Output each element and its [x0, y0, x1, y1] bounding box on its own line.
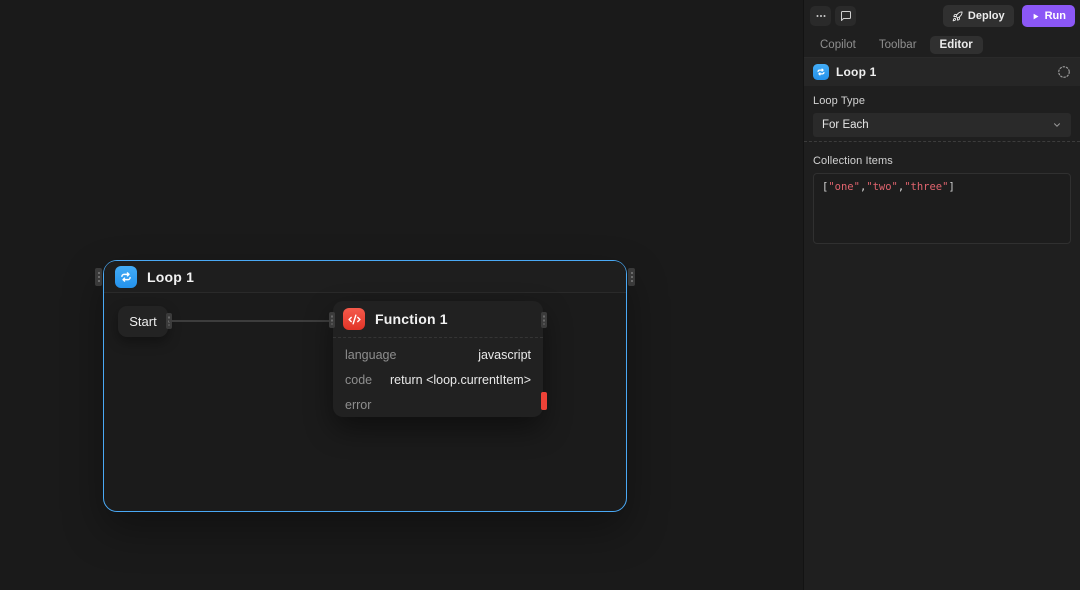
- loop-node[interactable]: Loop 1 Start Function 1: [103, 260, 627, 512]
- function-node-fields: language javascript code return <loop.cu…: [333, 338, 543, 417]
- json-token: ]: [948, 181, 954, 193]
- json-token: "two": [866, 181, 898, 193]
- deploy-button[interactable]: Deploy: [943, 5, 1014, 27]
- app-window: Loop 1 Start Function 1: [0, 0, 1080, 590]
- collection-items-label: Collection Items: [813, 155, 1071, 167]
- field-label: language: [345, 348, 396, 362]
- loop-type-select[interactable]: For Each: [813, 113, 1071, 137]
- function-node-header[interactable]: Function 1: [333, 301, 543, 338]
- field-label: code: [345, 373, 372, 387]
- run-button-label: Run: [1045, 10, 1066, 22]
- panel-tabbar: Copilot Toolbar Editor: [804, 32, 1080, 58]
- json-token: "one": [828, 181, 860, 193]
- loop-node-header[interactable]: Loop 1: [104, 261, 626, 293]
- inspector-panel: Deploy Run Copilot Toolbar Editor: [804, 0, 1080, 590]
- tab-toolbar[interactable]: Toolbar: [869, 36, 927, 54]
- json-token: "three": [904, 181, 948, 193]
- inspector-node-title: Loop 1: [836, 65, 877, 79]
- loop-node-title: Loop 1: [147, 269, 194, 285]
- inspector-content: Loop Type For Each Collection Items ["on…: [804, 86, 1080, 244]
- panel-toolbar: Deploy Run: [804, 0, 1080, 32]
- loop-output-port[interactable]: [628, 268, 635, 286]
- rocket-icon: [952, 11, 963, 22]
- function-node-title: Function 1: [375, 311, 448, 327]
- function-error-port[interactable]: [541, 392, 547, 410]
- start-node-label: Start: [129, 314, 156, 329]
- field-value: return <loop.currentItem>: [390, 373, 531, 387]
- repeat-icon: [115, 266, 137, 288]
- chevron-down-icon: [1052, 120, 1062, 130]
- tab-editor[interactable]: Editor: [930, 36, 983, 54]
- field-row-code[interactable]: code return <loop.currentItem>: [333, 367, 543, 392]
- field-row-language[interactable]: language javascript: [333, 342, 543, 367]
- section-divider: [804, 141, 1080, 142]
- start-node[interactable]: Start: [118, 306, 168, 337]
- flow-canvas[interactable]: Loop 1 Start Function 1: [0, 0, 803, 590]
- more-button[interactable]: [810, 6, 831, 26]
- run-button[interactable]: Run: [1022, 5, 1075, 27]
- chat-icon-button[interactable]: [835, 6, 856, 26]
- loop-type-label: Loop Type: [813, 95, 1071, 107]
- play-icon: [1031, 12, 1040, 21]
- edge-start-to-function[interactable]: [169, 320, 335, 322]
- loop-input-port[interactable]: [95, 268, 102, 286]
- field-label: error: [345, 398, 371, 412]
- field-row-error[interactable]: error: [333, 392, 543, 417]
- repeat-icon: [813, 64, 829, 80]
- function-output-port[interactable]: [541, 312, 547, 328]
- tab-copilot[interactable]: Copilot: [810, 36, 866, 54]
- collection-items-editor[interactable]: ["one","two","three"]: [813, 173, 1071, 244]
- function-input-port[interactable]: [329, 312, 335, 328]
- field-value: javascript: [478, 348, 531, 362]
- loop-type-value: For Each: [822, 119, 869, 131]
- function-node[interactable]: Function 1 language javascript code retu…: [333, 301, 543, 417]
- dashed-circle-icon[interactable]: [1057, 65, 1071, 79]
- inspector-node-header[interactable]: Loop 1: [804, 58, 1080, 86]
- deploy-button-label: Deploy: [968, 10, 1005, 22]
- code-icon: [343, 308, 365, 330]
